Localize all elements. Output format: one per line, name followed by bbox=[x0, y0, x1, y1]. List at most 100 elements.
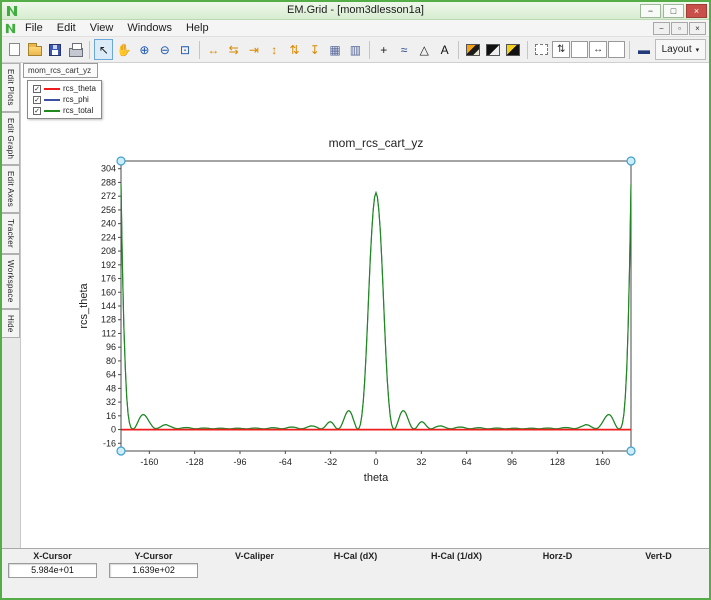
sidebar-tab-hide[interactable]: Hide bbox=[2, 309, 20, 339]
y-tick-label: 304 bbox=[101, 164, 116, 174]
toolbar-shrink-x[interactable]: ⇥ bbox=[244, 39, 263, 60]
toolbar-grid-major[interactable]: ▦ bbox=[325, 39, 344, 60]
zoom-in-icon: ⊕ bbox=[139, 43, 149, 57]
toolbar-save-file[interactable] bbox=[46, 39, 65, 60]
status-col-vert-d: Vert-D bbox=[608, 550, 709, 578]
resize-handle[interactable] bbox=[627, 447, 635, 455]
resize-handle[interactable] bbox=[117, 447, 125, 455]
intensity-map-icon bbox=[506, 44, 520, 56]
series-rcs_total bbox=[121, 184, 631, 429]
legend-row: ✓rcs_theta bbox=[33, 84, 96, 93]
toolbar-text-annotation[interactable]: A bbox=[435, 39, 454, 60]
status-value: 5.984e+01 bbox=[8, 563, 97, 578]
x-tick-label: 160 bbox=[595, 457, 610, 467]
status-col-h-cal-dx: H-Cal (dX) bbox=[305, 550, 406, 578]
shrink-y-icon: ↧ bbox=[310, 43, 320, 57]
menu-help[interactable]: Help bbox=[179, 21, 216, 35]
toolbar-blank-box-2[interactable] bbox=[608, 41, 625, 58]
zoom-out-icon: ⊖ bbox=[160, 43, 170, 57]
status-bar: X-Cursor5.984e+01Y-Cursor1.639e+02V-Cali… bbox=[2, 548, 709, 598]
toolbar-autoscale-y[interactable]: ↕ bbox=[265, 39, 284, 60]
x-tick-label: -32 bbox=[324, 457, 337, 467]
sidebar-tab-edit-graph[interactable]: Edit Graph bbox=[2, 112, 20, 165]
resize-handle[interactable] bbox=[117, 157, 125, 165]
toolbar: ↖✋⊕⊖⊡↔⇆⇥↕⇅↧▦▥+≈△A⇅↔▬Layout▾ bbox=[2, 37, 709, 63]
toolbar-delta-caliper[interactable]: △ bbox=[415, 39, 434, 60]
print-icon bbox=[69, 48, 83, 57]
toolbar-shrink-y[interactable]: ↧ bbox=[305, 39, 324, 60]
sidebar-tab-workspace[interactable]: Workspace bbox=[2, 254, 20, 309]
y-tick-label: 96 bbox=[106, 342, 116, 352]
mdi-minimize-button[interactable]: − bbox=[653, 22, 670, 35]
toolbar-intensity-map[interactable] bbox=[504, 39, 523, 60]
open-file-icon bbox=[28, 46, 42, 56]
cross-cursor-icon: + bbox=[380, 43, 387, 57]
dashed-frame-icon bbox=[535, 44, 548, 55]
plot-svg[interactable]: mom_rcs_cart_yz3042882722562402242081921… bbox=[31, 129, 691, 497]
toolbar-zoom-in[interactable]: ⊕ bbox=[135, 39, 154, 60]
toolbar-open-file[interactable] bbox=[25, 39, 44, 60]
resize-handle[interactable] bbox=[627, 157, 635, 165]
colormap-icon bbox=[466, 44, 480, 56]
toolbar-zoom-out[interactable]: ⊖ bbox=[155, 39, 174, 60]
toolbar-line-style[interactable]: ▬ bbox=[634, 39, 653, 60]
mdi-document-icon bbox=[5, 23, 16, 34]
y-tick-label: 32 bbox=[106, 397, 116, 407]
mdi-restore-button[interactable]: ▫ bbox=[671, 22, 688, 35]
menu-file[interactable]: File bbox=[18, 21, 50, 35]
y-tick-label: -16 bbox=[103, 438, 116, 448]
y-tick-label: 0 bbox=[111, 425, 116, 435]
plot-frame bbox=[121, 161, 631, 451]
sidebar-tab-tracker[interactable]: Tracker bbox=[2, 213, 20, 254]
legend-checkbox-rcs-theta[interactable]: ✓ bbox=[33, 85, 41, 93]
sidebar-tabs: Edit PlotsEdit GraphEdit AxesTrackerWork… bbox=[2, 63, 21, 548]
toolbar-h-extent-box[interactable]: ↔ bbox=[589, 41, 606, 58]
app-logo-icon bbox=[6, 5, 18, 17]
maximize-button[interactable]: □ bbox=[663, 4, 684, 18]
legend-checkbox-rcs-phi[interactable]: ✓ bbox=[33, 96, 41, 104]
toolbar-expand-x[interactable]: ⇆ bbox=[224, 39, 243, 60]
status-col-h-cal-1-dx: H-Cal (1/dX) bbox=[406, 550, 507, 578]
line-style-icon: ▬ bbox=[638, 43, 650, 57]
toolbar-print[interactable] bbox=[66, 39, 85, 60]
shrink-x-icon: ⇥ bbox=[249, 43, 259, 57]
toolbar-colormap[interactable] bbox=[463, 39, 482, 60]
toolbar-v-extent-box[interactable]: ⇅ bbox=[552, 41, 569, 58]
toolbar-expand-y[interactable]: ⇅ bbox=[285, 39, 304, 60]
toolbar-zoom-window[interactable]: ⊡ bbox=[175, 39, 194, 60]
minimize-button[interactable]: − bbox=[640, 4, 661, 18]
toolbar-bw-map[interactable] bbox=[484, 39, 503, 60]
toolbar-grid-minor[interactable]: ▥ bbox=[346, 39, 365, 60]
y-tick-label: 240 bbox=[101, 219, 116, 229]
menu-edit[interactable]: Edit bbox=[50, 21, 83, 35]
toolbar-new-file[interactable] bbox=[5, 39, 24, 60]
sidebar-tab-edit-plots[interactable]: Edit Plots bbox=[2, 63, 20, 112]
mdi-close-button[interactable]: × bbox=[689, 22, 706, 35]
toolbar-dashed-frame[interactable] bbox=[532, 39, 551, 60]
close-button[interactable]: × bbox=[686, 4, 707, 18]
status-columns: X-Cursor5.984e+01Y-Cursor1.639e+02V-Cali… bbox=[2, 549, 709, 578]
toolbar-layout-dropdown[interactable]: Layout▾ bbox=[655, 39, 707, 60]
menu-windows[interactable]: Windows bbox=[120, 21, 179, 35]
legend-checkbox-rcs-total[interactable]: ✓ bbox=[33, 107, 41, 115]
menu-view[interactable]: View bbox=[83, 21, 121, 35]
toolbar-blank-box-1[interactable] bbox=[571, 41, 588, 58]
x-tick-label: -128 bbox=[186, 457, 204, 467]
status-value: 1.639e+02 bbox=[109, 563, 198, 578]
toolbar-autoscale-x[interactable]: ↔ bbox=[204, 39, 223, 60]
toolbar-pan-hand[interactable]: ✋ bbox=[114, 39, 133, 60]
toolbar-cross-cursor[interactable]: + bbox=[374, 39, 393, 60]
status-header: Y-Cursor bbox=[134, 550, 172, 563]
x-tick-label: 64 bbox=[462, 457, 472, 467]
document-tab[interactable]: mom_rcs_cart_yz bbox=[23, 63, 98, 78]
title-bar[interactable]: EM.Grid - [mom3dlesson1a] − □ × bbox=[2, 2, 709, 20]
toolbar-select-arrow[interactable]: ↖ bbox=[94, 39, 113, 60]
sidebar-tab-edit-axes[interactable]: Edit Axes bbox=[2, 165, 20, 213]
layout-dropdown-label: Layout bbox=[662, 44, 692, 55]
content-area: Edit PlotsEdit GraphEdit AxesTrackerWork… bbox=[2, 63, 709, 548]
toolbar-tracker-tool[interactable]: ≈ bbox=[394, 39, 413, 60]
x-tick-label: 0 bbox=[373, 457, 378, 467]
x-tick-label: 32 bbox=[416, 457, 426, 467]
toolbar-separator bbox=[527, 41, 528, 59]
toolbar-separator bbox=[199, 41, 200, 59]
